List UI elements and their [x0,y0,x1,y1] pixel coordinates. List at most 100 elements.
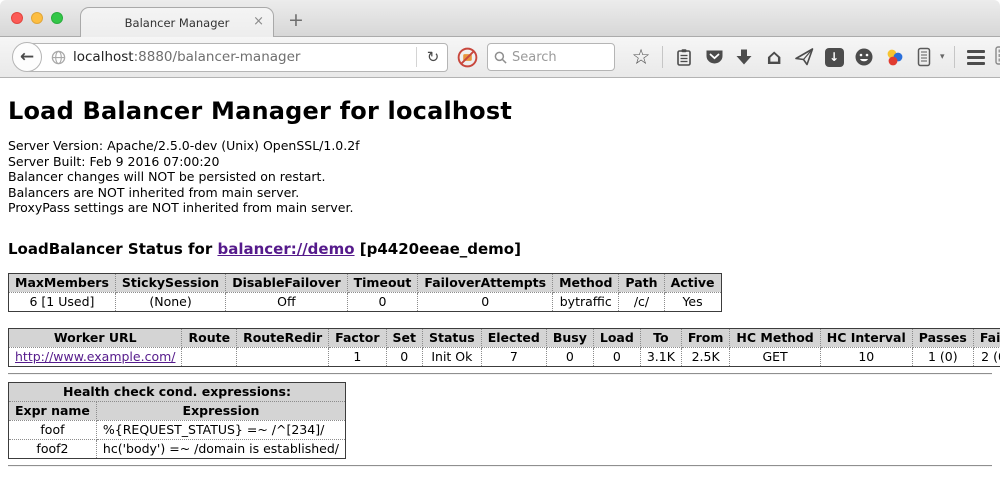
search-icon [494,51,507,64]
section-divider [8,373,992,375]
cell-expression: %{REQUEST_STATUS} =~ /^[234]/ [96,420,345,439]
clipboard-icon[interactable] [672,45,696,69]
grid-icon[interactable] [994,45,1000,69]
page-title: Load Balancer Manager for localhost [8,78,992,125]
close-window-button[interactable] [11,12,23,24]
column-header: Worker URL [9,328,182,347]
cell-hc-interval: 10 [820,347,912,366]
new-tab-button[interactable]: + [288,11,304,30]
column-header: HC Interval [820,328,912,347]
send-plane-icon[interactable] [792,45,816,69]
cell-to: 3.1K [640,347,681,366]
column-header: Timeout [347,273,418,292]
search-bar[interactable] [487,43,615,71]
cell-from: 2.5K [681,347,730,366]
server-version-line: Server Version: Apache/2.5.0-dev (Unix) … [8,138,992,154]
server-built-line: Server Built: Feb 9 2016 07:00:20 [8,154,992,170]
url-bar[interactable]: localhost:8880/balancer-manager ↻ [26,43,448,72]
cell-passes: 1 (0) [912,347,973,366]
cell-disablefailover: Off [226,292,347,311]
home-glyph: ⌂ [766,47,781,68]
menu-icon[interactable] [964,45,988,69]
health-check-table: Health check cond. expressions: Expr nam… [8,382,346,459]
cell-failoverattempts: 0 [418,292,553,311]
worker-url-link[interactable]: http://www.example.com/ [15,349,175,364]
cell-maxmembers: 6 [1 Used] [9,292,116,311]
chevron-down-icon[interactable]: ▾ [940,52,945,62]
video-download-icon[interactable]: ↓ [822,45,846,69]
url-text: localhost:8880/balancer-manager [73,49,414,65]
urlbar-divider [416,47,417,67]
column-header: Busy [546,328,593,347]
column-header: Load [593,328,640,347]
chat-smiley-icon[interactable] [852,45,876,69]
cell-stickysession: (None) [115,292,225,311]
content-blocker-icon[interactable] [457,47,478,68]
down-arrow-glyph: ↓ [829,50,839,64]
back-button[interactable]: ← [12,42,42,72]
cell-path: /c/ [619,292,664,311]
navigation-toolbar: ← localhost:8880/balancer-manager ↻ [0,37,1000,78]
toolbar-icons: ☆ [629,45,1000,69]
phone-battery-icon[interactable] [912,45,936,69]
health-table-title: Health check cond. expressions: [9,382,346,401]
toolbar-separator [662,46,663,68]
browser-window: Balancer Manager × + ← localhost:8880/ba… [0,0,1000,491]
column-header: To [640,328,681,347]
reload-button[interactable]: ↻ [419,48,447,66]
cell-routeredir [237,347,329,366]
search-input[interactable] [512,50,602,65]
column-header: Expression [96,401,345,420]
column-header: Fails [973,328,1000,347]
column-header: MaxMembers [9,273,116,292]
column-header: Elected [481,328,546,347]
column-header: Route [182,328,237,347]
column-header: StickySession [115,273,225,292]
cell-load: 0 [593,347,640,366]
cell-expression: hc('body') =~ /domain is established/ [96,439,345,458]
cell-busy: 0 [546,347,593,366]
globe-icon [51,50,66,65]
back-arrow-icon: ← [20,49,34,66]
star-glyph: ☆ [632,47,651,68]
cell-fails: 2 (0) [973,347,1000,366]
cell-set: 0 [386,347,422,366]
balancer-table-data-row: 6 [1 Used] (None) Off 0 0 bytraffic /c/ … [9,292,722,311]
column-header: Status [423,328,482,347]
column-header: FailoverAttempts [418,273,553,292]
cell-factor: 1 [329,347,386,366]
tab-balancer-manager[interactable]: Balancer Manager × [80,7,274,37]
worker-table-data-row: http://www.example.com/ 1 0 Init Ok 7 0 … [9,347,1000,366]
url-host: localhost [73,49,134,65]
home-icon[interactable]: ⌂ [762,45,786,69]
inherit-notice-line: Balancers are NOT inherited from main se… [8,185,992,201]
cell-expr-name: foof2 [9,439,97,458]
health-table-data-row: foof %{REQUEST_STATUS} =~ /^[234]/ [9,420,346,439]
cell-active: Yes [664,292,721,311]
worker-status-table: Worker URL Route RouteRedir Factor Set S… [8,328,1000,367]
minimize-window-button[interactable] [31,12,43,24]
health-table-header-row: Expr name Expression [9,401,346,420]
cell-timeout: 0 [347,292,418,311]
column-header: Active [664,273,721,292]
download-arrow-icon[interactable] [732,45,756,69]
cell-status: Init Ok [423,347,482,366]
column-header: Method [553,273,619,292]
pocket-icon[interactable] [702,45,726,69]
cell-expr-name: foof [9,420,97,439]
zoom-window-button[interactable] [51,12,63,24]
bookmark-star-icon[interactable]: ☆ [629,45,653,69]
cell-route [182,347,237,366]
tab-close-icon[interactable]: × [253,15,264,28]
balancer-demo-link[interactable]: balancer://demo [217,240,354,258]
balancer-status-table: MaxMembers StickySession DisableFailover… [8,273,722,312]
colorful-dots-icon[interactable] [882,45,906,69]
column-header: RouteRedir [237,328,329,347]
window-controls [11,12,63,24]
health-table-data-row: foof2 hc('body') =~ /domain is establish… [9,439,346,458]
tab-bar: Balancer Manager × + [0,0,1000,37]
column-header: Factor [329,328,386,347]
url-path: :8880/balancer-manager [134,49,301,65]
page-bottom-divider [8,465,992,467]
heading-prefix: LoadBalancer Status for [8,240,217,258]
